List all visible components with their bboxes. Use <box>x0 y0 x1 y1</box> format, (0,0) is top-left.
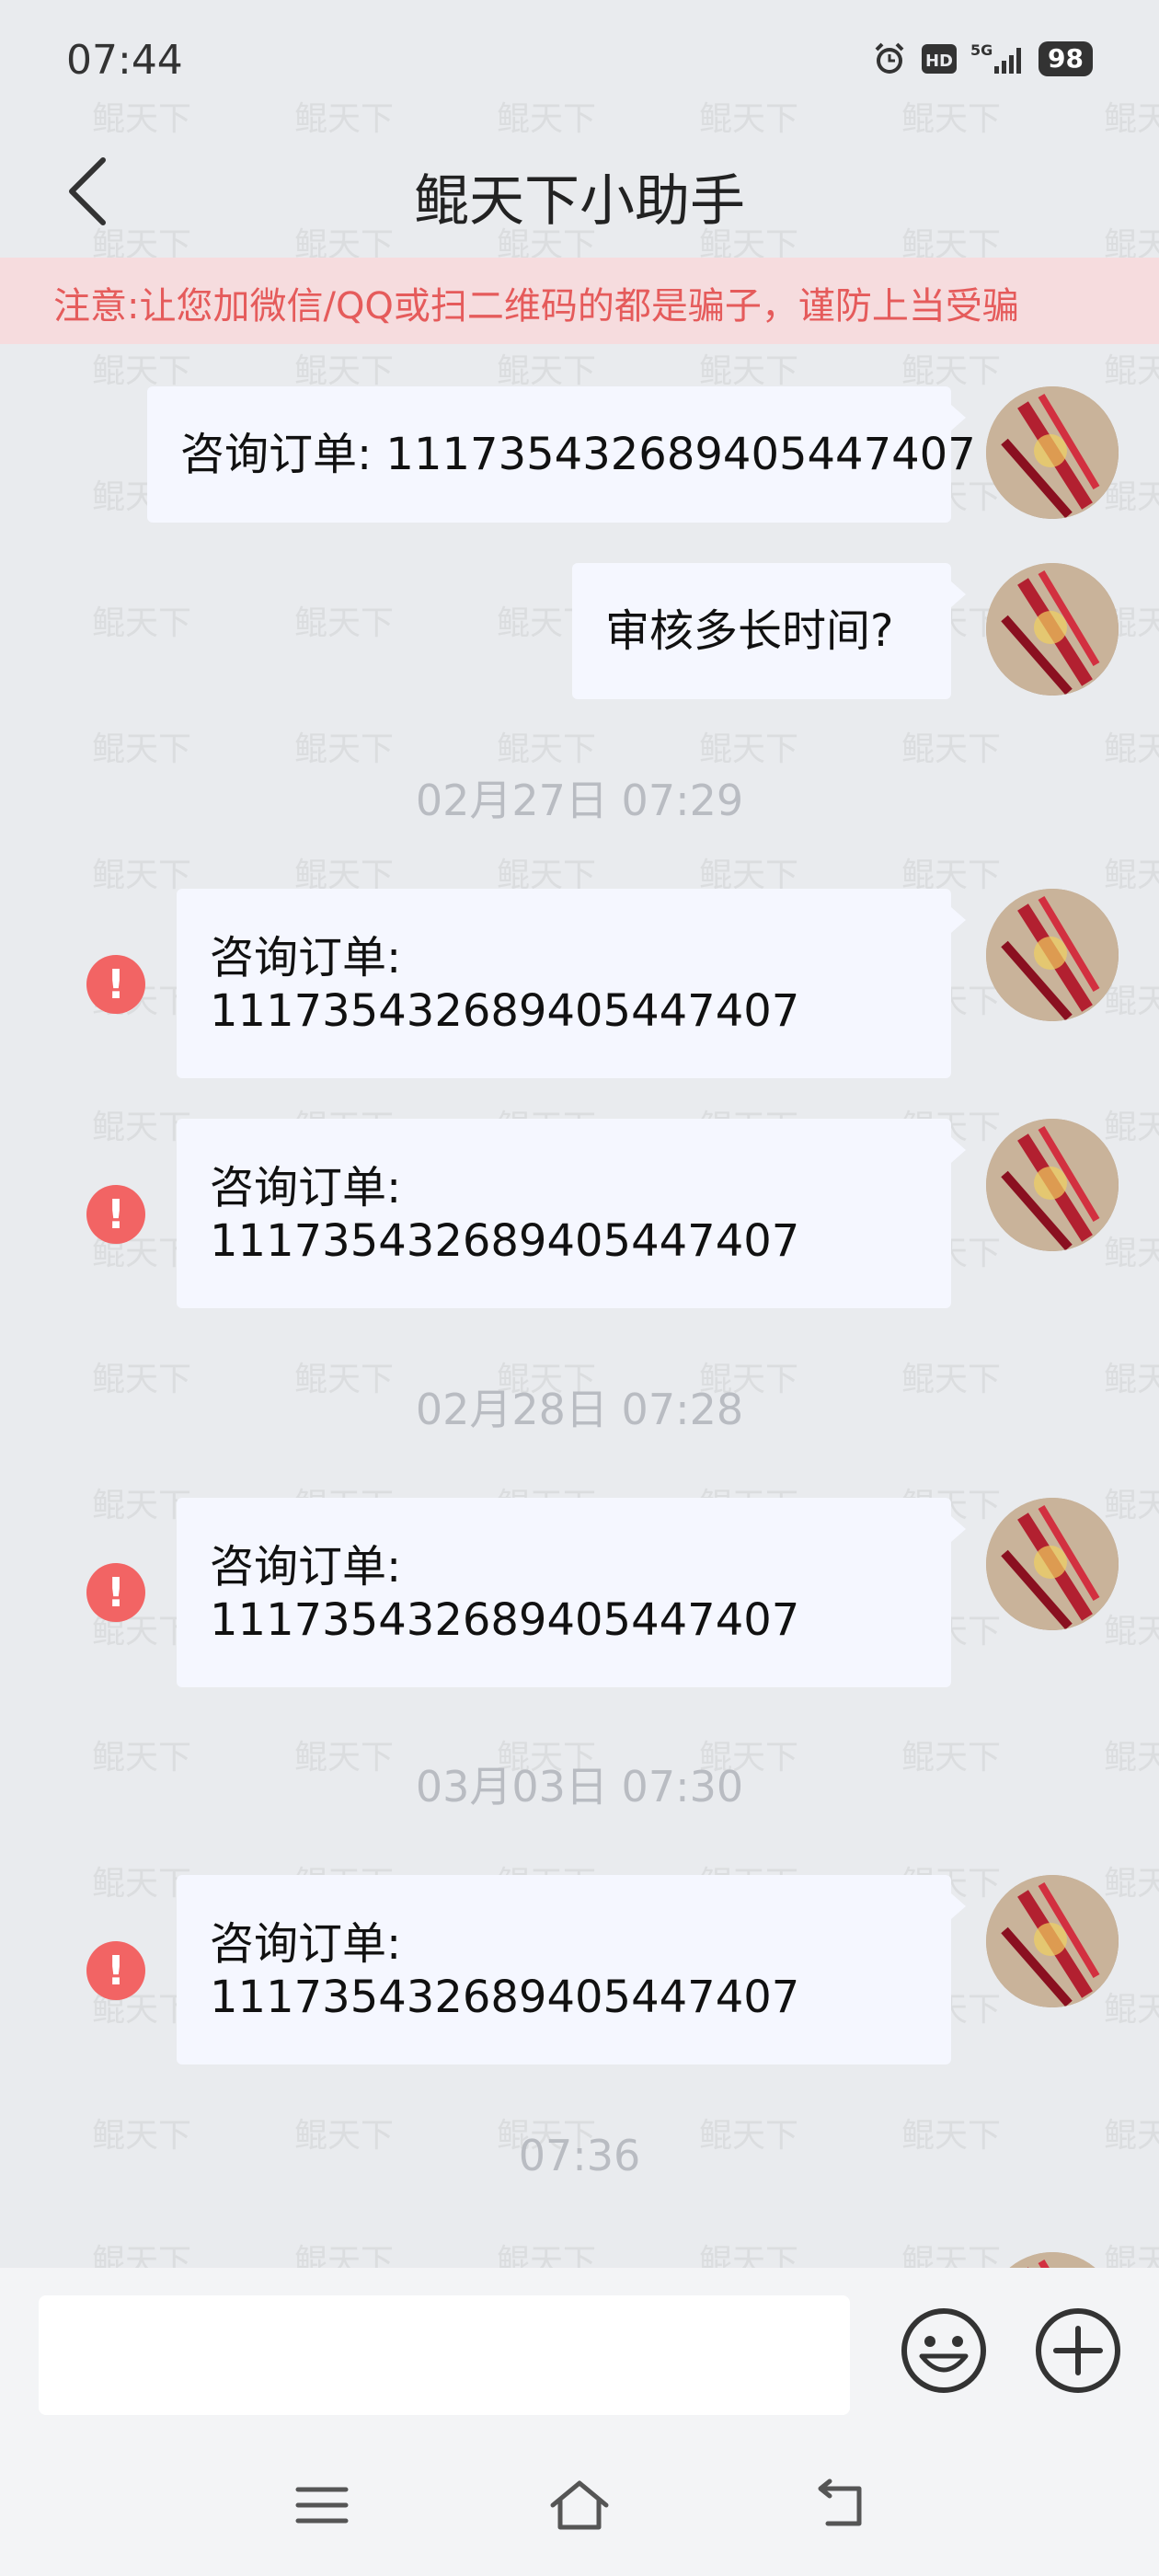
avatar[interactable] <box>986 1498 1119 1630</box>
message-timestamp: 02月28日 07:28 <box>415 1385 744 1434</box>
message-bubble[interactable]: 咨询订单: 1117354326894054474​07 <box>177 1498 966 1687</box>
message-bubble[interactable]: 咨询订单: 1117354326894054474​07 <box>177 1875 966 2064</box>
message-input[interactable] <box>39 2295 850 2415</box>
avatar[interactable] <box>986 1119 1119 1251</box>
message-timestamp: 07:36 <box>518 2131 641 2180</box>
send-failed-icon[interactable]: ! <box>86 1941 145 2000</box>
message-text-line: 咨询订单: <box>210 1918 402 1970</box>
message-text-line: 1117354326894054474​07 <box>210 1594 800 1646</box>
message-timestamp: 02月27日 07:29 <box>415 776 744 825</box>
message-bubble[interactable]: 咨询订单: 1117354326894054474​07 <box>177 1119 966 1308</box>
message-bubble[interactable]: 咨询订单: 1117354326894054474​07 <box>177 889 966 1078</box>
message-bubble[interactable]: 咨询订单: 1117354326894054474​07 <box>147 386 976 523</box>
message-text-line: 咨询订单: <box>210 1541 402 1593</box>
battery-indicator: 98 <box>1039 41 1093 76</box>
message-timestamp: 03月03日 07:30 <box>415 1762 744 1811</box>
nav-back-button[interactable] <box>793 2470 885 2544</box>
menu-icon <box>294 2482 350 2532</box>
message-text-line: 1117354326894054474​07 <box>210 985 800 1037</box>
message-input-bar <box>0 2268 1159 2433</box>
system-nav-bar <box>0 2433 1159 2576</box>
5g-signal-icon: 5G <box>970 40 1026 77</box>
fraud-notice-banner: 注意:让您加微信/QQ或扫二维码的都是骗子，谨防上当受骗 <box>0 258 1159 344</box>
send-failed-icon[interactable]: ! <box>86 955 145 1014</box>
more-button[interactable] <box>1032 2306 1124 2398</box>
status-time: 07:44 <box>66 37 183 84</box>
chat-message-list[interactable]: 咨询订单: 1117354326894054474​07 审核多长时间? 02月… <box>0 344 1159 2385</box>
fraud-notice-text: 注意:让您加微信/QQ或扫二维码的都是骗子，谨防上当受骗 <box>53 285 1019 328</box>
chat-header: 鲲天下小助手 <box>0 120 1159 258</box>
send-failed-icon[interactable]: ! <box>86 1563 145 1622</box>
plus-circle-icon <box>1034 2306 1122 2398</box>
message-bubble[interactable]: 审核多长时间? <box>572 563 966 699</box>
svg-text:HD: HD <box>925 52 953 71</box>
status-bar: 07:44 HD 5G 98 <box>0 0 1159 120</box>
send-failed-icon[interactable]: ! <box>86 1185 145 1244</box>
avatar[interactable] <box>986 1875 1119 2007</box>
status-icons: HD 5G 98 <box>871 40 1093 77</box>
nav-menu-button[interactable] <box>276 2470 368 2544</box>
svg-text:5G: 5G <box>970 41 993 59</box>
nav-home-button[interactable] <box>534 2470 625 2544</box>
emoji-button[interactable] <box>898 2306 990 2398</box>
message-text-line: 1117354326894054474​07 <box>210 1215 800 1267</box>
message-text-line: 1117354326894054474​07 <box>210 1972 800 2023</box>
back-icon <box>809 2478 868 2536</box>
avatar[interactable] <box>986 386 1119 519</box>
message-text: 审核多长时间? <box>605 605 894 657</box>
avatar[interactable] <box>986 563 1119 696</box>
home-icon <box>547 2478 612 2536</box>
avatar[interactable] <box>986 889 1119 1021</box>
smiley-icon <box>900 2306 988 2398</box>
message-text-line: 咨询订单: <box>210 932 402 983</box>
alarm-icon <box>871 40 908 77</box>
page-title: 鲲天下小助手 <box>414 169 745 234</box>
message-text-line: 咨询订单: <box>210 1162 402 1213</box>
hd-icon: HD <box>921 42 958 75</box>
message-text: 咨询订单: 1117354326894054474​07 <box>180 429 976 480</box>
